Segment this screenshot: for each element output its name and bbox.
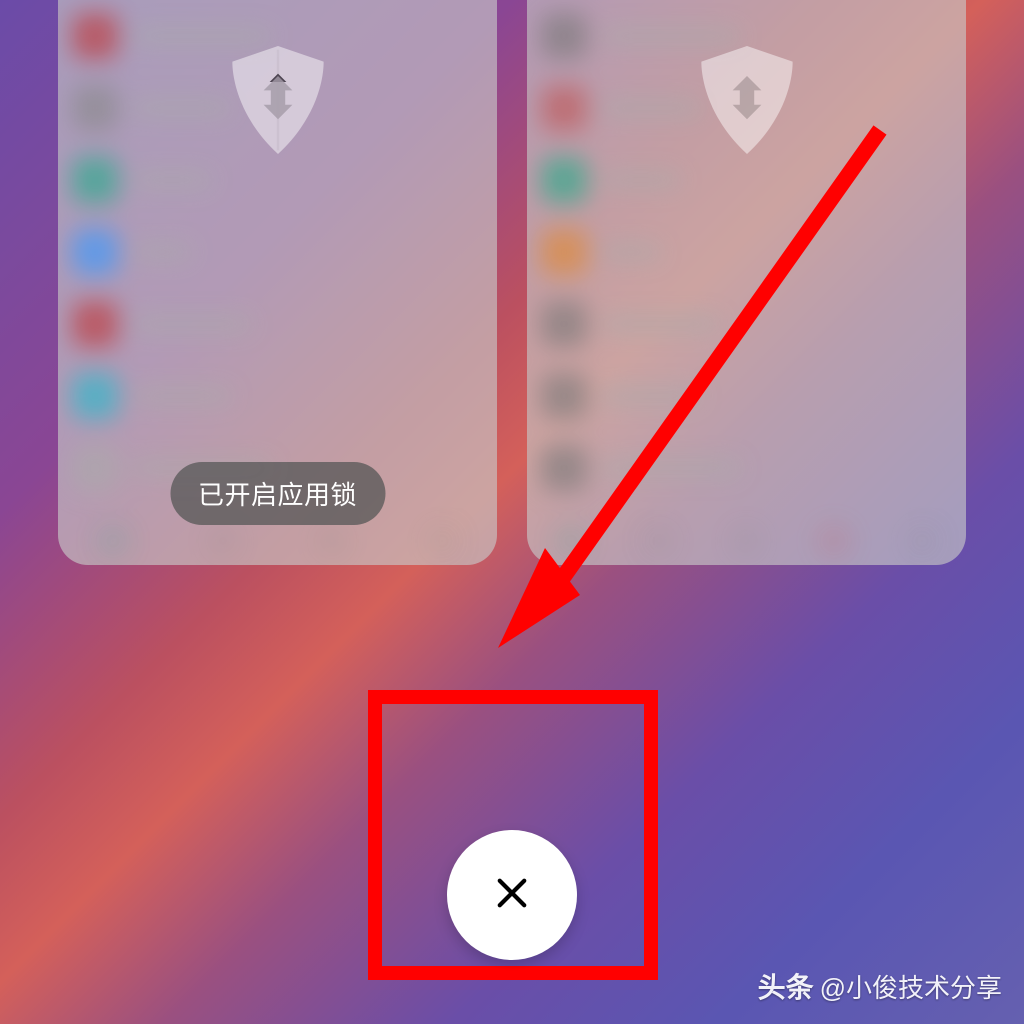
app-lock-status-pill: 已开启应用锁: [170, 462, 385, 525]
app-lock-icon: [687, 40, 807, 160]
recent-app-card[interactable]: 已开启应用锁: [58, 0, 497, 565]
recent-apps-row[interactable]: 已开启应用锁: [0, 0, 1024, 565]
recent-app-card[interactable]: [527, 0, 966, 565]
clear-all-button[interactable]: [447, 830, 577, 960]
close-icon: [491, 872, 533, 919]
app-lock-icon: [218, 40, 338, 160]
watermark-handle: @小俊技术分享: [820, 968, 1002, 1005]
watermark: 头条 @小俊技术分享: [758, 966, 1002, 1006]
watermark-brand: 头条: [758, 966, 814, 1006]
